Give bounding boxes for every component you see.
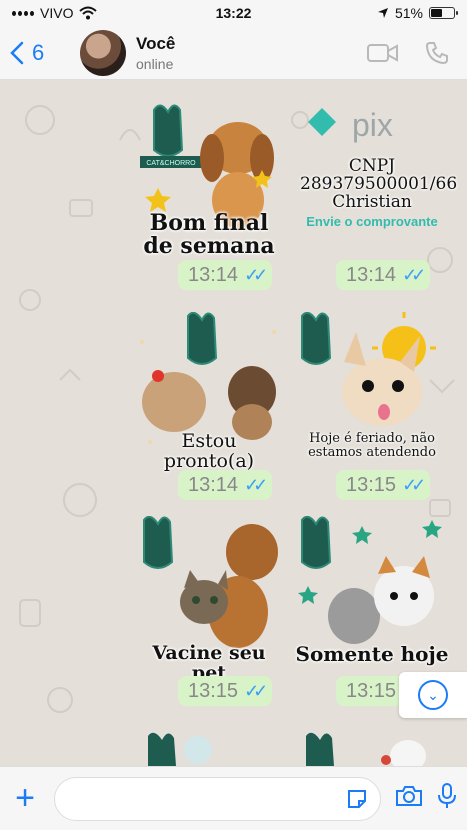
chat-area[interactable]: CAT&CHORRO Bom final de semana 13:14 ✓✓ … <box>0 80 467 766</box>
pix-logo-icon: pix <box>308 107 393 143</box>
time-text: 13:14 <box>346 263 397 286</box>
message-time: 13:14 ✓✓ <box>178 260 273 290</box>
microphone-icon <box>438 783 456 808</box>
message-time: 13:15 ✓✓ <box>178 676 273 706</box>
unread-count: 6 <box>32 39 45 65</box>
microphone-button[interactable] <box>437 782 457 815</box>
input-bar: + <box>0 766 467 830</box>
double-check-icon: ✓✓ <box>402 264 426 285</box>
partial-sticker <box>148 732 426 766</box>
video-call-icon[interactable] <box>367 42 399 64</box>
wifi-icon <box>79 6 98 20</box>
camera-icon <box>396 786 422 806</box>
svg-text:CAT&CHORRO: CAT&CHORRO <box>146 160 196 167</box>
status-time: 13:22 <box>215 5 252 21</box>
back-button[interactable]: 6 <box>10 40 80 66</box>
time-text: 13:15 <box>188 679 239 702</box>
avatar[interactable] <box>80 29 126 76</box>
sticker-caption: CNPJ 289379500001/66 Christian <box>300 156 458 212</box>
sticker-caption: Hoje é feriado, não estamos atendendo <box>308 431 436 460</box>
time-text: 13:15 <box>346 679 397 702</box>
battery-icon <box>429 7 458 19</box>
pix-note: Envie o comprovante <box>306 214 438 229</box>
message-input-wrapper <box>54 776 381 821</box>
contact-status: online <box>136 55 174 72</box>
phone-icon[interactable] <box>425 41 449 65</box>
sticker-caption: Bom final de semana <box>143 210 275 260</box>
signal-icon <box>12 10 34 16</box>
camera-button[interactable] <box>395 784 423 813</box>
location-icon <box>377 8 388 18</box>
carrier-name: VIVO <box>40 5 74 21</box>
header-actions <box>367 41 457 65</box>
sticker-icon[interactable] <box>346 788 368 810</box>
message-time: 13:15 ✓✓ <box>336 470 431 500</box>
message-time: 13:15 <box>336 676 407 706</box>
status-right: 51% <box>377 5 458 21</box>
sticker-caption: Estou pronto(a) <box>163 430 255 472</box>
scroll-down-button[interactable]: ⌄ <box>399 672 467 718</box>
contact-info[interactable]: Você online <box>136 34 175 72</box>
time-text: 13:14 <box>188 473 239 496</box>
status-bar: VIVO 13:22 51% <box>0 0 467 26</box>
battery-percent: 51% <box>394 5 423 21</box>
sticker-caption: Somente hoje <box>295 642 449 666</box>
svg-text:pix: pix <box>352 107 393 143</box>
time-text: 13:15 <box>346 473 397 496</box>
message-time: 13:14 ✓✓ <box>336 260 431 290</box>
battery-fill <box>431 9 443 17</box>
double-check-icon: ✓✓ <box>402 474 426 495</box>
double-check-icon: ✓✓ <box>244 474 268 495</box>
double-check-icon: ✓✓ <box>244 264 268 285</box>
chat-header: 6 Você online <box>0 26 467 80</box>
back-chevron-icon <box>10 41 24 64</box>
time-text: 13:14 <box>188 263 239 286</box>
double-check-icon: ✓✓ <box>244 680 268 701</box>
chevron-down-icon: ⌄ <box>418 680 448 710</box>
status-left: VIVO <box>12 5 98 21</box>
message-time: 13:14 ✓✓ <box>178 470 273 500</box>
contact-name: Você <box>136 33 176 53</box>
message-input[interactable] <box>71 777 336 820</box>
plus-icon[interactable]: + <box>10 779 40 818</box>
